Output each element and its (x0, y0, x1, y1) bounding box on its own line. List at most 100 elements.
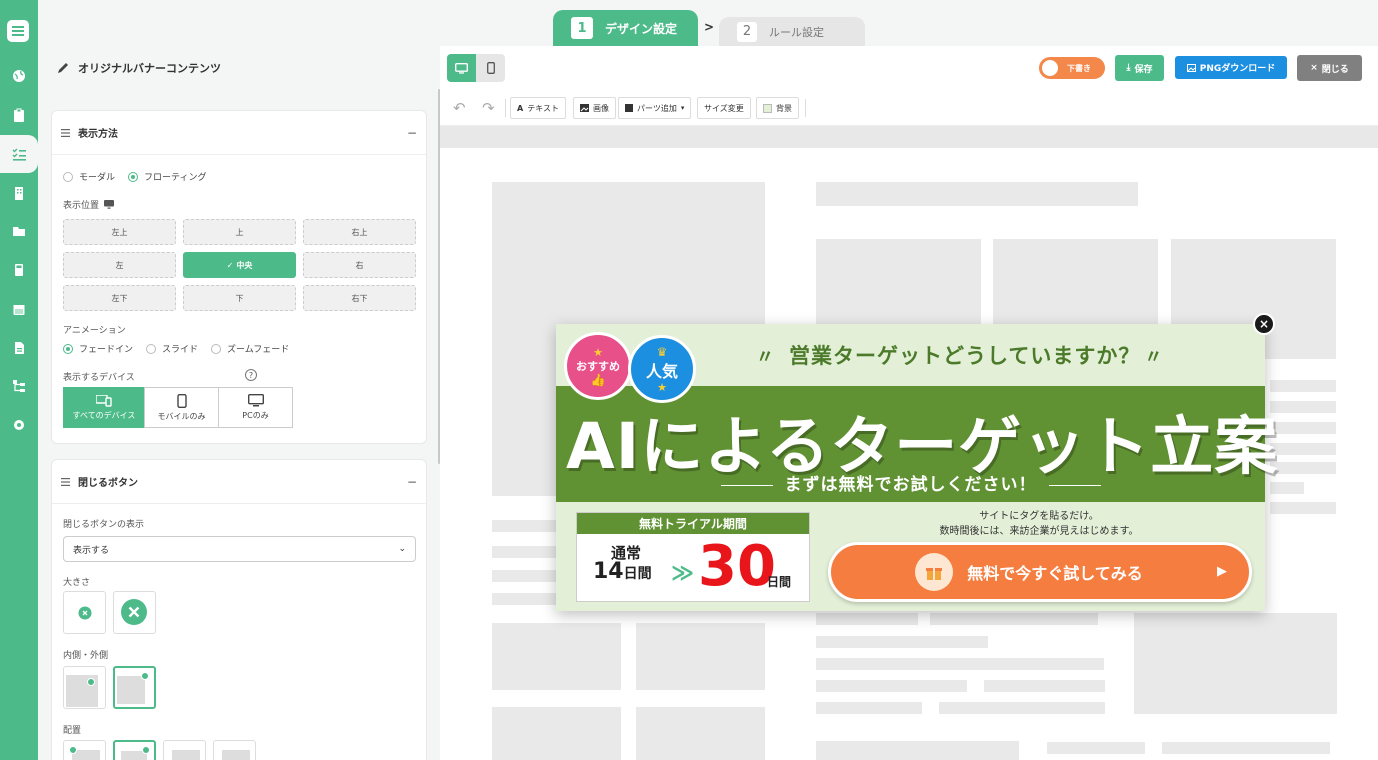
clipboard-icon[interactable] (8, 104, 30, 126)
crown-icon: ♛ (656, 344, 668, 359)
help-icon[interactable]: ? (245, 369, 257, 381)
globe-icon[interactable] (8, 65, 30, 87)
step-separator: > (704, 20, 715, 34)
size-small-option[interactable] (63, 591, 106, 634)
step-tab-design[interactable]: 1 デザイン設定 (553, 10, 698, 46)
save-button[interactable]: ⤓ 保存 (1115, 55, 1164, 81)
add-text-button[interactable]: A テキスト (510, 97, 566, 119)
building-icon[interactable] (8, 182, 30, 204)
close-large-icon (121, 599, 147, 625)
document-icon[interactable] (8, 337, 30, 359)
collapse-icon[interactable]: − (407, 126, 417, 140)
resize-button[interactable]: サイズ変更 (697, 97, 751, 119)
banner-note: サイトにタグを貼るだけ。 数時間後には、来訪企業が見えはじめます。 (824, 509, 1254, 539)
radio-fade-label: フェードイン (79, 345, 134, 355)
step-tab-rules[interactable]: 2 ルール設定 (719, 17, 865, 46)
mobile-view-button[interactable] (476, 54, 505, 82)
close-display-select[interactable]: 表示する ⌄ (63, 536, 416, 562)
position-label: 表示位置 (63, 201, 100, 211)
position-bottom-left[interactable]: 左下 (63, 285, 176, 311)
outside-option[interactable] (113, 666, 156, 709)
size-large-option[interactable] (113, 591, 156, 634)
calculator-icon[interactable] (8, 259, 30, 281)
calendar-icon[interactable] (8, 298, 30, 320)
placement-top-right-option[interactable] (113, 740, 156, 760)
badge-popular: ♛ 人気 ★ (628, 335, 696, 403)
png-download-button[interactable]: PNGダウンロード (1175, 56, 1287, 79)
sparkle-right-icon: 〃 (1144, 347, 1164, 368)
banner-close-button[interactable]: × (1253, 313, 1275, 335)
view-toggle (447, 54, 505, 82)
drag-handle-icon (61, 477, 70, 486)
placement-bottom-right-option[interactable] (213, 740, 256, 760)
folder-icon[interactable] (8, 220, 30, 242)
play-arrow-icon: ▶ (1217, 564, 1227, 579)
add-parts-button[interactable]: パーツ追加 ▾ (618, 97, 692, 119)
placeholder-line (492, 520, 556, 532)
banner-preview[interactable]: 〃営業ターゲットどうしていますか？〃 AIによるターゲット立案 まずは無料でお試… (556, 324, 1277, 611)
banner-subtitle-text: まずは無料でお試しください！ (784, 475, 1037, 495)
radio-zoom[interactable]: ズームフェード (211, 342, 289, 355)
position-top-left[interactable]: 左上 (63, 219, 176, 245)
collapse-icon[interactable]: − (407, 475, 417, 489)
placeholder-block (636, 707, 765, 760)
background-label: 背景 (776, 103, 792, 113)
placement-top-left-icon (69, 746, 100, 760)
smartphone-icon (486, 62, 495, 74)
checklist-icon[interactable] (8, 143, 30, 165)
sitemap-icon[interactable] (8, 375, 30, 397)
redo-icon[interactable]: ↷ (482, 99, 495, 117)
toggle-knob (1042, 60, 1058, 76)
placeholder-block (816, 741, 1019, 760)
radio-slide[interactable]: スライド (146, 342, 198, 355)
position-left[interactable]: 左 (63, 252, 176, 278)
desktop-view-button[interactable] (447, 54, 476, 82)
gear-icon[interactable] (8, 414, 30, 436)
add-image-button[interactable]: 画像 (573, 97, 616, 119)
position-bottom-right[interactable]: 右下 (303, 285, 416, 311)
device-all-button[interactable]: すべてのデバイス (63, 387, 145, 428)
device-pc-button[interactable]: PCのみ (218, 387, 293, 428)
inside-option[interactable] (63, 666, 106, 709)
position-right[interactable]: 右 (303, 252, 416, 278)
save-button-label: 保存 (1134, 64, 1153, 75)
device-mobile-button[interactable]: モバイルのみ (144, 387, 219, 428)
position-top[interactable]: 上 (183, 219, 296, 245)
radio-modal[interactable]: モーダル (63, 170, 115, 183)
check-icon: ✓ (226, 260, 234, 270)
radio-floating[interactable]: フローティング (128, 170, 206, 183)
placeholder-line (816, 702, 922, 714)
close-editor-label: 閉じる (1321, 64, 1349, 75)
position-center[interactable]: ✓ 中央 (183, 252, 296, 278)
caret-down-icon: ▾ (680, 104, 685, 112)
background-button[interactable]: 背景 (756, 97, 799, 119)
monitor-icon (247, 394, 264, 407)
close-editor-button[interactable]: × 閉じる (1297, 55, 1362, 81)
size-label: 大きさ (63, 578, 91, 588)
banner-headline-text: 営業ターゲットどうしていますか？ (789, 344, 1141, 368)
device-label: 表示するデバイス (63, 373, 135, 383)
add-image-label: 画像 (593, 103, 609, 113)
position-top-right[interactable]: 右上 (303, 219, 416, 245)
placement-bottom-left-option[interactable] (163, 740, 206, 760)
placeholder-line (816, 658, 1104, 670)
close-card-header[interactable]: 閉じるボタン − (52, 460, 426, 504)
add-parts-label: パーツ追加 (637, 103, 677, 113)
close-small-icon (78, 606, 92, 620)
monitor-icon (104, 200, 115, 209)
display-card-header[interactable]: 表示方法 − (52, 111, 426, 155)
placeholder-line (1270, 422, 1336, 434)
placement-top-left-option[interactable] (63, 740, 106, 760)
square-icon (625, 104, 633, 112)
radio-zoom-label: ズームフェード (227, 345, 290, 355)
placeholder-line (816, 613, 918, 625)
thumbs-up-icon: 👍 (590, 372, 606, 387)
radio-slide-label: スライド (162, 345, 199, 355)
menu-icon[interactable] (7, 20, 29, 42)
radio-fade[interactable]: フェードイン (63, 342, 133, 355)
draft-toggle[interactable]: 下書き (1039, 57, 1105, 79)
cta-button[interactable]: 無料で今すぐ試してみる ▶ (828, 542, 1252, 602)
trial-header: 無料トライアル期間 (577, 513, 809, 534)
position-bottom[interactable]: 下 (183, 285, 296, 311)
undo-icon[interactable]: ↶ (453, 99, 466, 117)
